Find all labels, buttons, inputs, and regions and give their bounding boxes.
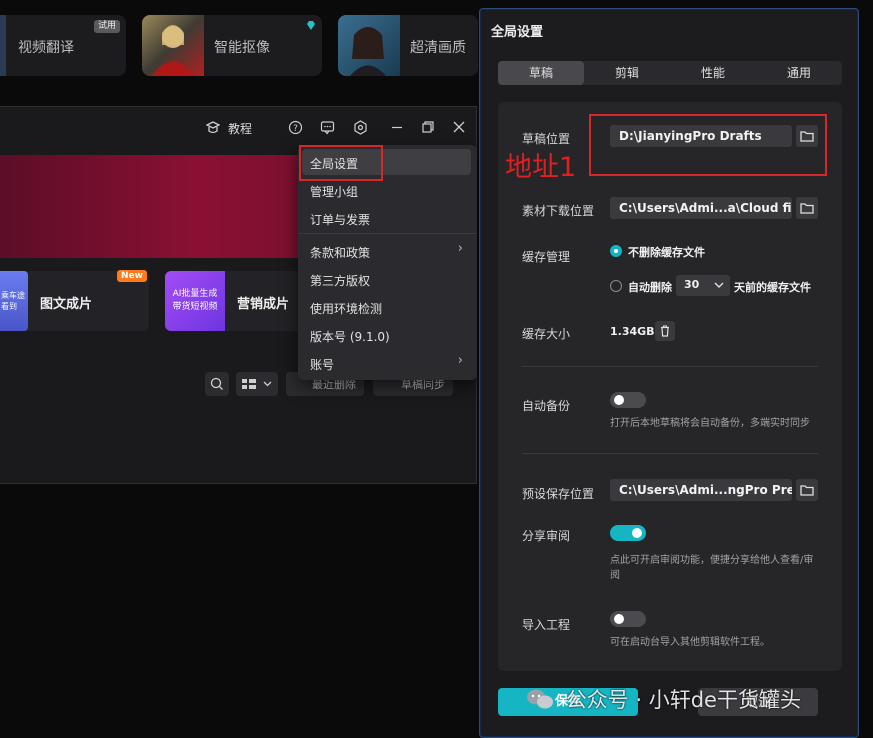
share-review-toggle[interactable] xyxy=(610,525,646,541)
share-review-hint: 点此可开启审阅功能，便捷分享给他人查看/审 xyxy=(610,555,814,566)
feature-label: 超清画质 xyxy=(410,40,466,56)
auto-backup-toggle[interactable] xyxy=(610,392,646,408)
dialog-title: 全局设置 xyxy=(491,25,544,40)
tab-editing[interactable]: 剪辑 xyxy=(584,61,670,85)
feature-label: 智能抠像 xyxy=(214,40,270,56)
share-review-label: 分享审阅 xyxy=(522,529,571,543)
trial-badge: 试用 xyxy=(93,20,120,33)
annotation-highlight-menu xyxy=(299,145,383,181)
feedback-icon[interactable] xyxy=(320,120,335,135)
annotation-highlight-draft-path xyxy=(589,114,827,176)
wechat-icon xyxy=(527,689,553,709)
settings-tabs: 草稿 剪辑 性能 通用 xyxy=(498,61,842,85)
import-project-hint: 可在启动台导入其他剪辑软件工程。 xyxy=(610,637,770,648)
radio-keep-cache[interactable] xyxy=(610,245,622,257)
menu-item-third-party-copyright[interactable]: 第三方版权 xyxy=(310,272,370,289)
feature-label: 视频翻译 xyxy=(18,40,74,56)
tab-performance[interactable]: 性能 xyxy=(670,61,756,85)
annotation-address-note: 地址1 xyxy=(505,152,577,183)
preset-location-browse-button[interactable] xyxy=(796,479,818,501)
watermark: 公众号 · 小轩de干货罐头 xyxy=(525,684,801,724)
radio-dot xyxy=(614,249,618,253)
auto-delete-option-label: 自动删除 xyxy=(628,281,672,294)
grid-view-icon xyxy=(242,379,272,389)
feature-thumb xyxy=(338,15,400,76)
template-card-graphic-video[interactable]: 乘车途 看到 图文成片 New xyxy=(0,270,149,331)
preset-location-label: 预设保存位置 xyxy=(522,487,595,501)
toggle-knob xyxy=(632,528,642,538)
feature-card-hd-quality[interactable]: 超清画质 xyxy=(338,15,478,76)
feature-card-video-translate[interactable]: 视频翻译 试用 xyxy=(0,15,126,76)
folder-icon xyxy=(800,203,814,214)
watermark-text: 公众号 · 小轩de干货罐头 xyxy=(565,688,801,712)
material-download-field[interactable]: C:\Users\Admi...a\Cloud files xyxy=(610,197,792,219)
svg-text:?: ? xyxy=(293,124,298,134)
settings-content: 草稿位置 D:\JianyingPro Drafts 素材下载位置 C:\Use… xyxy=(498,102,842,671)
template-thumb: 乘车途 看到 xyxy=(0,271,28,331)
import-project-toggle[interactable] xyxy=(610,611,646,627)
diamond-icon xyxy=(307,21,315,30)
menu-item-environment-check[interactable]: 使用环境检测 xyxy=(310,300,382,317)
template-card-marketing-video[interactable]: AI批量生成 带货短视频 营销成片 xyxy=(165,271,305,331)
portrait-image xyxy=(350,27,386,76)
search-icon xyxy=(210,377,223,390)
minimize-icon[interactable] xyxy=(390,120,404,134)
auto-backup-hint: 打开后本地草稿将会自动备份，多端实时同步 xyxy=(610,418,810,429)
menu-item-orders-invoices[interactable]: 订单与发票 xyxy=(310,211,370,228)
feature-card-smart-cutout[interactable]: 智能抠像 xyxy=(142,15,322,76)
restore-icon[interactable] xyxy=(421,120,435,134)
portrait-image xyxy=(152,25,194,76)
material-download-label: 素材下载位置 xyxy=(522,204,595,218)
tab-general[interactable]: 通用 xyxy=(756,61,842,85)
section-divider xyxy=(522,453,818,454)
cache-days-suffix: 天前的缓存文件 xyxy=(734,281,811,294)
chevron-down-icon xyxy=(714,282,724,288)
menu-item-manage-team[interactable]: 管理小组 xyxy=(310,183,358,200)
close-icon[interactable] xyxy=(452,120,466,134)
menu-item-version[interactable]: 版本号 (9.1.0) xyxy=(310,328,390,345)
folder-icon xyxy=(800,485,814,496)
template-label: 图文成片 xyxy=(40,297,93,312)
clear-cache-button[interactable] xyxy=(655,321,675,341)
tab-drafts[interactable]: 草稿 xyxy=(498,61,584,85)
settings-gear-icon[interactable] xyxy=(353,120,368,135)
section-divider xyxy=(522,366,818,367)
chevron-right-icon: › xyxy=(457,241,463,256)
view-mode-select[interactable] xyxy=(236,372,278,396)
chevron-right-icon: › xyxy=(457,353,463,368)
cache-size-label: 缓存大小 xyxy=(522,327,571,341)
template-thumb: AI批量生成 带货短视频 xyxy=(165,271,225,331)
tutorial-button[interactable]: 教程 xyxy=(228,120,252,137)
promo-banner[interactable] xyxy=(0,155,330,258)
cache-size-value: 1.34GB xyxy=(610,325,655,338)
menu-item-terms-policy[interactable]: 条款和政策 xyxy=(310,244,370,261)
import-project-label: 导入工程 xyxy=(522,618,571,632)
cache-management-label: 缓存管理 xyxy=(522,250,571,264)
keep-cache-option-label: 不删除缓存文件 xyxy=(628,246,705,259)
template-label: 营销成片 xyxy=(237,297,290,312)
feature-thumb xyxy=(142,15,204,76)
cache-days-value: 30 xyxy=(684,278,700,291)
new-badge: New xyxy=(117,270,147,282)
share-review-hint-cont: 阅 xyxy=(610,570,620,581)
search-button[interactable] xyxy=(205,372,229,396)
toggle-knob xyxy=(614,395,624,405)
preset-location-field[interactable]: C:\Users\Admi...ngPro Presets xyxy=(610,479,792,501)
toggle-knob xyxy=(614,614,624,624)
trash-icon xyxy=(661,325,669,337)
menu-item-account[interactable]: 账号 xyxy=(310,356,334,373)
cache-days-select[interactable]: 30 xyxy=(676,275,730,296)
material-download-browse-button[interactable] xyxy=(796,197,818,219)
auto-backup-label: 自动备份 xyxy=(522,399,571,413)
help-icon[interactable]: ? xyxy=(288,120,303,135)
feature-thumb xyxy=(0,15,6,76)
menu-divider xyxy=(298,233,477,234)
radio-auto-delete[interactable] xyxy=(610,280,622,292)
tutorial-icon xyxy=(206,121,220,134)
